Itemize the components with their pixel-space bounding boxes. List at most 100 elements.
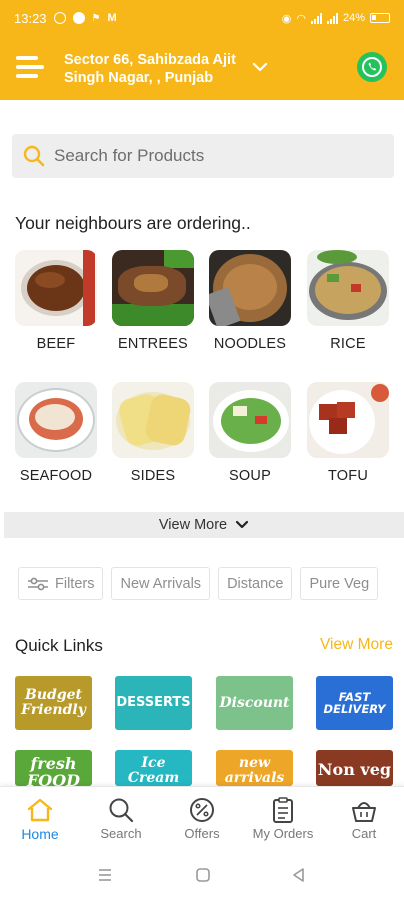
nav-home[interactable]: Home (0, 797, 80, 842)
status-right: ◉ ◠ 24% (282, 12, 390, 25)
category-label: TOFU (327, 468, 368, 484)
filters-chip[interactable]: Filters (18, 567, 104, 600)
category-entrees[interactable]: ENTREES (111, 250, 195, 352)
category-label: NOODLES (213, 336, 287, 352)
category-sides[interactable]: SIDES (111, 382, 195, 484)
home-icon (27, 798, 53, 822)
view-more-label: View More (158, 517, 228, 533)
nav-label: Search (100, 826, 142, 841)
app-header: Sector 66, Sahibzada Ajit Singh Nagar, ,… (0, 36, 404, 100)
neighbours-title: Your neighbours are ordering.. (15, 213, 251, 233)
signal-icon-2 (326, 12, 338, 24)
category-label: SOUP (229, 468, 271, 484)
status-time: 13:23 (14, 10, 47, 26)
category-seafood[interactable]: SEAFOOD (14, 382, 98, 484)
category-label: SEAFOOD (19, 468, 93, 484)
nav-label: Cart (351, 826, 377, 841)
quick-link-discount[interactable]: Discount (216, 676, 293, 730)
quick-link-fresh-food[interactable]: fresh FOOD (15, 750, 92, 786)
filter-row: Filters New Arrivals Distance Pure Veg (18, 567, 379, 600)
category-image (307, 382, 389, 458)
tile-text: arrivals (224, 769, 285, 786)
chip-label: New Arrivals (120, 575, 202, 592)
category-image (15, 382, 97, 458)
category-tofu[interactable]: TOFU (306, 382, 390, 484)
percent-icon (190, 798, 214, 822)
quick-links-view-more-link[interactable]: View More (320, 636, 393, 654)
tile-text: DELIVERY (323, 702, 386, 716)
nav-cart[interactable]: Cart (324, 797, 404, 841)
quick-link-new-arrivals[interactable]: new arrivals (216, 750, 293, 786)
tile-text: FOOD (26, 770, 81, 786)
search-icon (23, 145, 45, 167)
view-more-categories-button[interactable]: View More (4, 512, 404, 538)
signal-icon (310, 12, 322, 24)
category-label: RICE (330, 336, 366, 352)
app-notification-icon (72, 12, 85, 24)
new-arrivals-chip[interactable]: New Arrivals (111, 567, 211, 600)
category-soup[interactable]: SOUP (208, 382, 292, 484)
whatsapp-icon[interactable] (357, 52, 387, 82)
search-placeholder: Search for Products (54, 146, 205, 165)
nav-offers[interactable]: Offers (162, 797, 242, 841)
tile-text: Cream (127, 769, 180, 786)
category-noodles[interactable]: NOODLES (208, 250, 292, 352)
category-image (15, 250, 97, 326)
category-label: ENTREES (118, 336, 188, 352)
home-button-icon[interactable] (194, 866, 212, 884)
location-selector[interactable]: Sector 66, Sahibzada Ajit Singh Nagar, ,… (64, 51, 254, 87)
nav-my-orders[interactable]: My Orders (243, 797, 323, 841)
status-left: 13:23 ⚑ M (14, 11, 117, 26)
chevron-down-icon[interactable] (252, 60, 268, 74)
tile-text: Ice (141, 755, 166, 771)
recent-apps-icon[interactable] (96, 866, 114, 884)
whatsapp-notification-icon (53, 12, 66, 24)
search-icon (109, 798, 134, 823)
nav-label: My Orders (252, 826, 314, 841)
chip-label: Distance (227, 575, 284, 592)
cart-icon (352, 802, 376, 822)
battery-icon (370, 13, 390, 23)
orders-icon (273, 797, 293, 823)
quick-links-title: Quick Links (15, 636, 103, 655)
bottom-nav: Home Search Offers My Orders Cart (0, 786, 404, 850)
category-beef[interactable]: BEEF (14, 250, 98, 352)
category-image (307, 250, 389, 326)
chip-label: Filters (55, 575, 95, 592)
category-label: SIDES (130, 468, 176, 484)
category-image (209, 382, 291, 458)
tile-text: Discount (219, 694, 290, 711)
tile-text: Friendly (21, 702, 86, 718)
quick-link-fast-delivery[interactable]: FAST DELIVERY (316, 676, 393, 730)
location-line-2: Singh Nagar, , Punjab (64, 70, 214, 86)
category-label: BEEF (36, 336, 76, 352)
quick-link-budget-friendly[interactable]: Budget Friendly (15, 676, 92, 730)
tile-text: Non veg (317, 760, 392, 779)
location-line-1: Sector 66, Sahibzada Ajit (64, 52, 236, 68)
category-rice[interactable]: RICE (306, 250, 390, 352)
chevron-down-icon (236, 520, 249, 529)
quick-link-non-veg[interactable]: Non veg (316, 750, 393, 786)
tile-text: new (238, 755, 271, 771)
nav-label: Home (21, 826, 59, 842)
flag-notification-icon: ⚑ (91, 12, 101, 24)
nav-label: Offers (184, 826, 220, 841)
chip-label: Pure Veg (309, 575, 370, 592)
menu-icon[interactable] (16, 52, 46, 82)
location-status-icon: ◉ (281, 12, 292, 25)
pure-veg-chip[interactable]: Pure Veg (300, 567, 379, 600)
nav-search[interactable]: Search (81, 797, 161, 841)
category-image (112, 250, 194, 326)
sliders-icon (28, 577, 48, 590)
status-bar: 13:23 ⚑ M ◉ ◠ 24% (0, 0, 404, 36)
wifi-icon: ◠ (296, 12, 306, 25)
distance-chip[interactable]: Distance (218, 567, 293, 600)
search-input[interactable]: Search for Products (12, 134, 394, 178)
quick-link-ice-cream[interactable]: Ice Cream (115, 750, 192, 786)
quick-link-desserts[interactable]: DESSERTS (115, 676, 192, 730)
tile-text: Budget (25, 687, 82, 704)
tile-text: DESSERTS (116, 695, 191, 711)
category-image (209, 250, 291, 326)
mail-notification-icon: M (107, 12, 117, 24)
back-icon[interactable] (290, 866, 308, 884)
